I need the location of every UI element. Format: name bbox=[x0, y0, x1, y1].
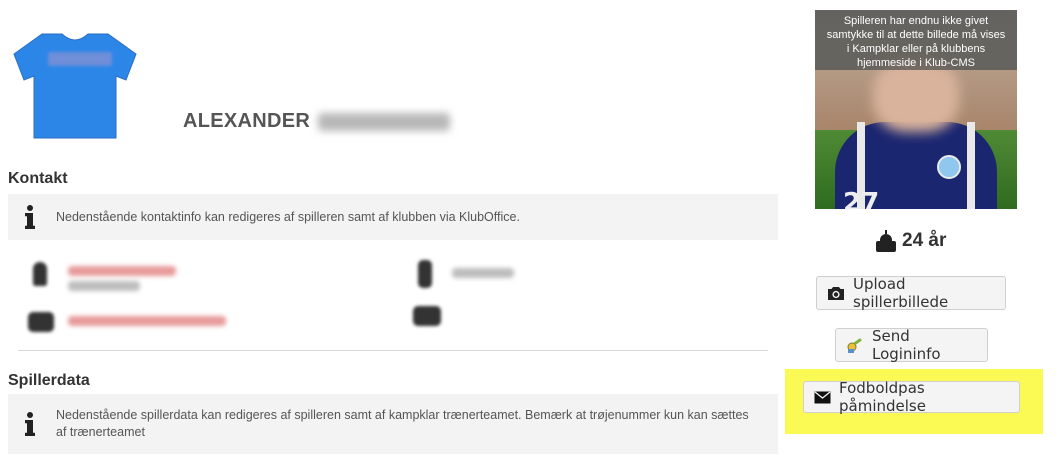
camera-icon bbox=[827, 285, 845, 301]
shirt-number: 27 bbox=[843, 188, 880, 209]
send-login-button[interactable]: Send Logininfo bbox=[835, 327, 988, 363]
jersey-name-blur bbox=[48, 52, 112, 66]
divider bbox=[18, 350, 768, 351]
info-icon bbox=[22, 205, 38, 229]
email-link-blur[interactable] bbox=[68, 316, 226, 326]
contact-heading: Kontakt bbox=[8, 170, 68, 187]
contact-info-box: Nedenstående kontaktinfo kan redigeres a… bbox=[8, 194, 778, 240]
mobile-icon bbox=[418, 260, 432, 288]
playerdata-heading: Spillerdata bbox=[8, 372, 90, 389]
upload-photo-button[interactable]: Upload spillerbillede bbox=[816, 275, 1006, 311]
player-name: ALEXANDER bbox=[183, 110, 451, 133]
age: 24 år bbox=[876, 230, 946, 252]
location-icon bbox=[33, 262, 47, 286]
player-photo: 27 Spilleren har endnu ikke givet samtyk… bbox=[815, 10, 1017, 209]
club-badge-icon bbox=[937, 155, 961, 179]
jersey-icon bbox=[13, 33, 137, 139]
age-label: 24 år bbox=[902, 230, 947, 251]
envelope-icon bbox=[814, 390, 831, 404]
fodboldpas-reminder-button[interactable]: Fodboldpas påmindelse bbox=[803, 379, 1020, 415]
player-first-name: ALEXANDER bbox=[183, 110, 311, 132]
fodboldpas-reminder-label: Fodboldpas påmindelse bbox=[839, 379, 926, 415]
player-last-name-blur bbox=[318, 112, 451, 131]
address-city-blur bbox=[68, 281, 140, 291]
jersey-image bbox=[12, 30, 138, 140]
playerdata-info-text: Nedenstående spillerdata kan redigeres a… bbox=[56, 408, 749, 439]
face-blur bbox=[873, 60, 959, 132]
key-icon bbox=[846, 336, 864, 354]
phone-blur[interactable] bbox=[452, 268, 514, 278]
email-icon bbox=[28, 312, 54, 332]
address-link-blur[interactable] bbox=[68, 266, 176, 276]
info-icon bbox=[22, 412, 38, 436]
send-login-label: Send Logininfo bbox=[872, 327, 941, 363]
playerdata-info-box: Nedenstående spillerdata kan redigeres a… bbox=[8, 394, 778, 454]
consent-overlay: Spilleren har endnu ikke givet samtykke … bbox=[815, 10, 1017, 70]
landline-icon bbox=[413, 306, 441, 326]
upload-photo-label: Upload spillerbillede bbox=[853, 275, 949, 311]
cake-icon bbox=[876, 230, 896, 252]
contact-info-text: Nedenstående kontaktinfo kan redigeres a… bbox=[56, 209, 520, 224]
